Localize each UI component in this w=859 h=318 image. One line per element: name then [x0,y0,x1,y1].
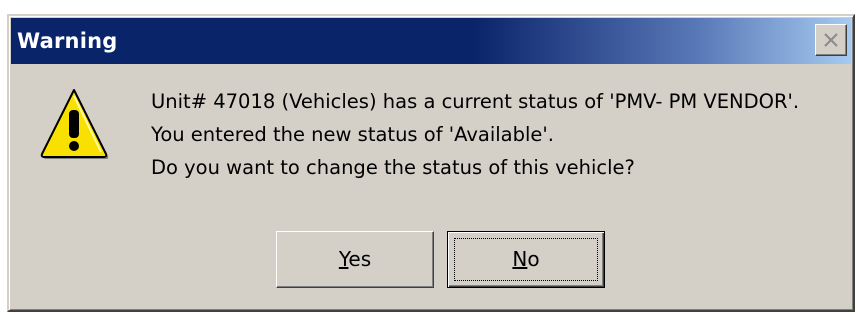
no-button-label: No [512,247,540,271]
message-line-2: You entered the new status of 'Available… [151,123,554,146]
yes-button-label: Yes [338,247,372,271]
yes-button[interactable]: Yes [276,231,434,288]
warning-dialog: Warning Unit# 47018 (Vehicles) has a cur… [7,14,855,312]
dialog-title: Warning [17,29,118,53]
message-text: Unit# 47018 (Vehicles) has a current sta… [151,85,799,184]
message-line-3: Do you want to change the status of this… [151,156,635,179]
no-button[interactable]: No [447,231,605,288]
message-line-1: Unit# 47018 (Vehicles) has a current sta… [151,90,800,113]
title-bar[interactable]: Warning [11,18,851,64]
close-icon [824,33,838,47]
warning-icon [39,86,109,160]
close-button[interactable] [815,24,847,56]
